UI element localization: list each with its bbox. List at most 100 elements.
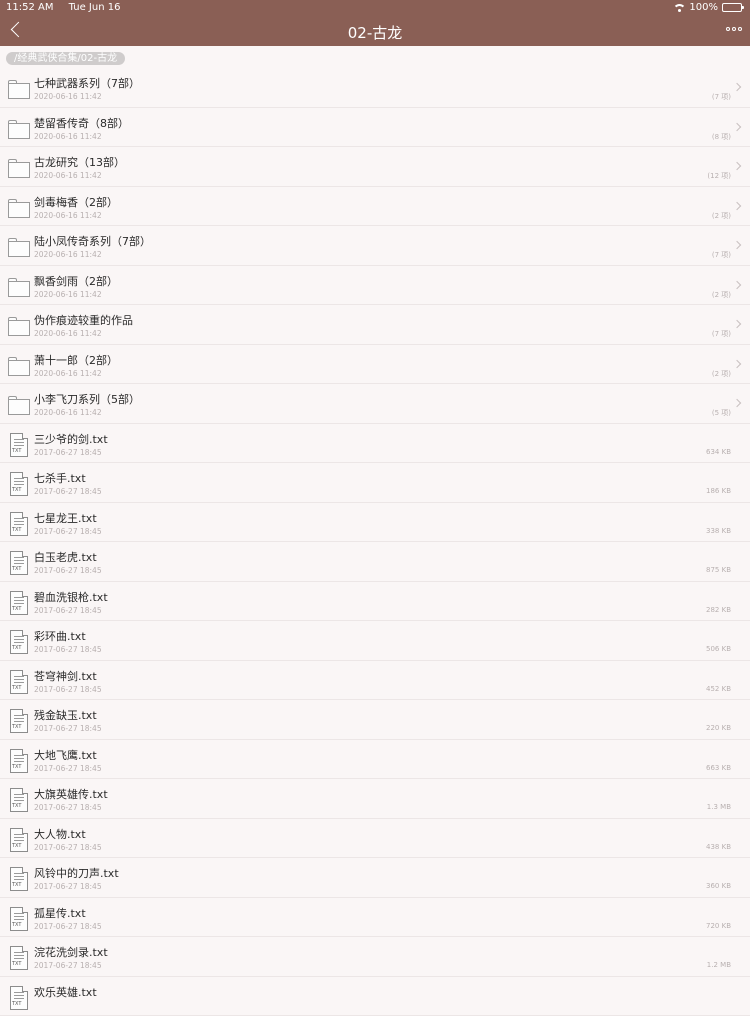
file-date: 2017-06-27 18:45 xyxy=(34,764,102,773)
file-name: 残金缺玉.txt xyxy=(34,707,97,723)
file-size: 875 KB xyxy=(706,566,731,574)
file-type-tag: TXT xyxy=(12,882,21,888)
more-button[interactable] xyxy=(726,27,742,31)
file-date: 2017-06-27 18:45 xyxy=(34,803,102,812)
folder-date: 2020-06-16 11:42 xyxy=(34,211,102,220)
folder-name: 萧十一郎（2部） xyxy=(34,352,118,368)
battery-percent: 100% xyxy=(689,2,718,13)
folder-row[interactable]: 萧十一郎（2部）2020-06-16 11:42 (2 项) xyxy=(0,345,750,385)
file-type-tag: TXT xyxy=(12,961,21,967)
file-row[interactable]: TXT彩环曲.txt2017-06-27 18:45506 KB xyxy=(0,621,750,661)
file-type-tag: TXT xyxy=(12,527,21,533)
file-date: 2017-06-27 18:45 xyxy=(34,645,102,654)
file-date: 2017-06-27 18:45 xyxy=(34,724,102,733)
file-date: 2017-06-27 18:45 xyxy=(34,922,102,931)
file-name: 彩环曲.txt xyxy=(34,628,86,644)
folder-date: 2020-06-16 11:42 xyxy=(34,171,102,180)
file-date: 2017-06-27 18:45 xyxy=(34,882,102,891)
file-date: 2017-06-27 18:45 xyxy=(34,527,102,536)
file-size: 438 KB xyxy=(706,843,731,851)
file-name: 风铃中的刀声.txt xyxy=(34,865,119,881)
file-row[interactable]: TXT欢乐英雄.txt xyxy=(0,977,750,1016)
file-type-tag: TXT xyxy=(12,843,21,849)
status-time: 11:52 AM xyxy=(6,2,53,13)
file-date: 2017-06-27 18:45 xyxy=(34,606,102,615)
file-name: 白玉老虎.txt xyxy=(34,549,97,565)
file-name: 大地飞鹰.txt xyxy=(34,747,97,763)
chevron-right-icon xyxy=(733,320,741,328)
file-row[interactable]: TXT浣花洗剑录.txt2017-06-27 18:451.2 MB xyxy=(0,937,750,977)
file-size: 360 KB xyxy=(706,882,731,890)
folder-row[interactable]: 七种武器系列（7部）2020-06-16 11:42 (7 项) xyxy=(0,68,750,108)
file-type-tag: TXT xyxy=(12,448,21,454)
folder-row[interactable]: 小李飞刀系列（5部）2020-06-16 11:42(5 项) xyxy=(0,384,750,424)
folder-name: 楚留香传奇（8部） xyxy=(34,115,129,131)
file-type-tag: TXT xyxy=(12,645,21,651)
file-row[interactable]: TXT大旗英雄传.txt2017-06-27 18:451.3 MB xyxy=(0,779,750,819)
file-name: 大旗英雄传.txt xyxy=(34,786,108,802)
file-row[interactable]: TXT孤星传.txt2017-06-27 18:45720 KB xyxy=(0,898,750,938)
file-row[interactable]: TXT 大人物.txt2017-06-27 18:45 438 KB xyxy=(0,819,750,859)
folder-item-count: (2 项) xyxy=(712,211,731,221)
folder-date: 2020-06-16 11:42 xyxy=(34,369,102,378)
file-size: 452 KB xyxy=(706,685,731,693)
folder-date: 2020-06-16 11:42 xyxy=(34,250,102,259)
folder-item-count: (8 项) xyxy=(712,132,731,142)
status-bar-left: 11:52 AM Tue Jun 16 xyxy=(6,2,132,13)
file-size: 282 KB xyxy=(706,606,731,614)
folder-name: 剑毒梅香（2部） xyxy=(34,194,118,210)
file-row[interactable]: TXT残金缺玉.txt2017-06-27 18:45220 KB xyxy=(0,700,750,740)
file-type-tag: TXT xyxy=(12,606,21,612)
file-type-tag: TXT xyxy=(12,685,21,691)
more-icon xyxy=(726,27,730,31)
folder-row[interactable]: 剑毒梅香（2部）2020-06-16 11:42 (2 项) xyxy=(0,187,750,227)
folder-row[interactable]: 陆小凤传奇系列（7部）2020-06-16 11:42(7 项) xyxy=(0,226,750,266)
file-size: 186 KB xyxy=(706,487,731,495)
file-row[interactable]: TXT 白玉老虎.txt2017-06-27 18:45 875 KB xyxy=(0,542,750,582)
file-type-tag: TXT xyxy=(12,764,21,770)
folder-name: 七种武器系列（7部） xyxy=(34,75,140,91)
file-type-tag: TXT xyxy=(12,922,21,928)
folder-item-count: (7 项) xyxy=(712,92,731,102)
file-size: 634 KB xyxy=(706,448,731,456)
file-type-tag: TXT xyxy=(12,566,21,572)
folder-date: 2020-06-16 11:42 xyxy=(34,132,102,141)
chevron-right-icon xyxy=(733,399,741,407)
file-row[interactable]: TXT苍穹神剑.txt2017-06-27 18:45452 KB xyxy=(0,661,750,701)
folder-row[interactable]: 伪作痕迹较重的作品2020-06-16 11:42(7 项) xyxy=(0,305,750,345)
page-title: 02-古龙 xyxy=(0,22,750,43)
file-row[interactable]: TXT 七星龙王.txt2017-06-27 18:45 338 KB xyxy=(0,503,750,543)
folder-row[interactable]: 楚留香传奇（8部）2020-06-16 11:42 (8 项) xyxy=(0,108,750,148)
file-date: 2017-06-27 18:45 xyxy=(34,566,102,575)
file-size: 1.2 MB xyxy=(707,961,731,969)
chevron-right-icon xyxy=(733,241,741,249)
file-row[interactable]: TXT七杀手.txt2017-06-27 18:45186 KB xyxy=(0,463,750,503)
file-date: 2017-06-27 18:45 xyxy=(34,685,102,694)
file-name: 七星龙王.txt xyxy=(34,510,97,526)
file-name: 碧血洗银枪.txt xyxy=(34,589,108,605)
folder-item-count: (2 项) xyxy=(712,369,731,379)
file-row[interactable]: TXT三少爷的剑.txt2017-06-27 18:45634 KB xyxy=(0,424,750,464)
folder-row[interactable]: 飘香剑雨（2部）2020-06-16 11:42(2 项) xyxy=(0,266,750,306)
file-type-tag: TXT xyxy=(12,1001,21,1007)
file-row[interactable]: TXT大地飞鹰.txt2017-06-27 18:45663 KB xyxy=(0,740,750,780)
chevron-right-icon xyxy=(733,83,741,91)
file-date: 2017-06-27 18:45 xyxy=(34,961,102,970)
folder-name: 古龙研究（13部） xyxy=(34,154,125,170)
folder-row[interactable]: 古龙研究（13部）2020-06-16 11:42(12 项) xyxy=(0,147,750,187)
folder-item-count: (7 项) xyxy=(712,329,731,339)
folder-name: 伪作痕迹较重的作品 xyxy=(34,312,133,328)
file-name: 大人物.txt xyxy=(34,826,86,842)
file-size: 338 KB xyxy=(706,527,731,535)
file-row[interactable]: TXT 风铃中的刀声.txt2017-06-27 18:45 360 KB xyxy=(0,858,750,898)
folder-date: 2020-06-16 11:42 xyxy=(34,408,102,417)
breadcrumb[interactable]: /经典武侠合集/02-古龙 xyxy=(6,52,125,65)
folder-date: 2020-06-16 11:42 xyxy=(34,92,102,101)
file-date: 2017-06-27 18:45 xyxy=(34,843,102,852)
file-row[interactable]: TXT 碧血洗银枪.txt2017-06-27 18:45 282 KB xyxy=(0,582,750,622)
battery-icon xyxy=(722,3,742,12)
folder-name: 小李飞刀系列（5部） xyxy=(34,391,140,407)
chevron-right-icon xyxy=(733,280,741,288)
status-bar-right: 100% xyxy=(674,2,742,13)
file-size: 1.3 MB xyxy=(707,803,731,811)
